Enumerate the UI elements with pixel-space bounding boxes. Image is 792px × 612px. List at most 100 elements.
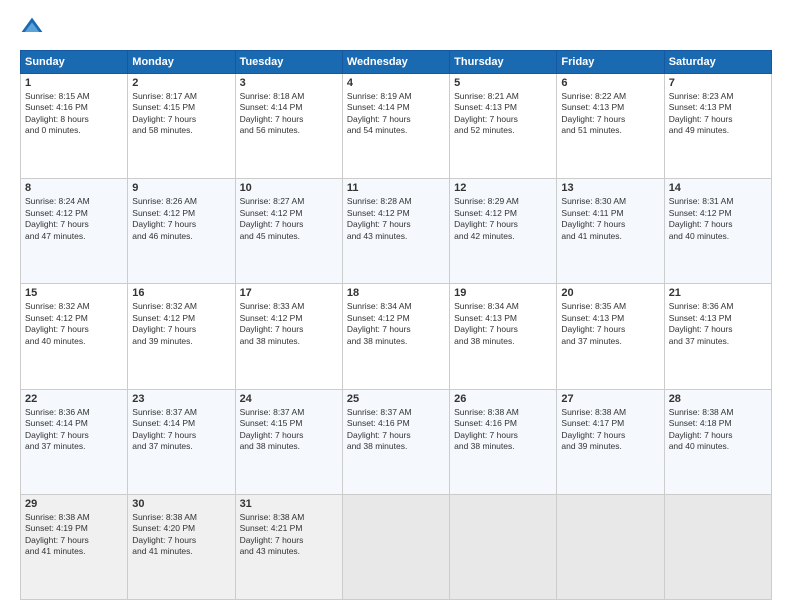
- cell-info-line: Daylight: 7 hours: [669, 114, 767, 125]
- cell-info-line: Sunset: 4:13 PM: [454, 102, 552, 113]
- cell-info-line: and 52 minutes.: [454, 125, 552, 136]
- day-number: 9: [132, 182, 230, 194]
- cell-info-line: Sunset: 4:14 PM: [347, 102, 445, 113]
- cell-info-line: Sunset: 4:12 PM: [25, 208, 123, 219]
- calendar-cell: 23Sunrise: 8:37 AMSunset: 4:14 PMDayligh…: [128, 389, 235, 494]
- day-number: 8: [25, 182, 123, 194]
- cell-info-line: Daylight: 7 hours: [240, 535, 338, 546]
- day-number: 14: [669, 182, 767, 194]
- cell-info-line: and 42 minutes.: [454, 231, 552, 242]
- day-number: 25: [347, 393, 445, 405]
- cell-info-line: Sunset: 4:19 PM: [25, 523, 123, 534]
- calendar-cell: 13 Sunrise: 8:30 AMSunset: 4:11 PMDayligh…: [557, 179, 664, 284]
- cell-info-line: Sunrise: 8:38 AM: [25, 512, 123, 523]
- cell-info-line: Daylight: 7 hours: [561, 219, 659, 230]
- cell-info-line: and 39 minutes.: [561, 441, 659, 452]
- cell-info-line: Sunrise: 8:22 AM: [561, 91, 659, 102]
- cell-info-line: and 40 minutes.: [669, 231, 767, 242]
- calendar-cell: 2Sunrise: 8:17 AMSunset: 4:15 PMDaylight…: [128, 74, 235, 179]
- cell-info-line: and 41 minutes.: [561, 231, 659, 242]
- cell-info-line: Daylight: 7 hours: [454, 114, 552, 125]
- day-number: 5: [454, 77, 552, 89]
- cell-info-line: Sunset: 4:14 PM: [25, 418, 123, 429]
- week-row-4: 22Sunrise: 8:36 AMSunset: 4:14 PMDayligh…: [21, 389, 772, 494]
- week-row-1: 1Sunrise: 8:15 AMSunset: 4:16 PMDaylight…: [21, 74, 772, 179]
- weekday-header-thursday: Thursday: [450, 51, 557, 74]
- cell-info-line: Sunrise: 8:30 AM: [561, 196, 659, 207]
- cell-info-line: Sunset: 4:12 PM: [347, 313, 445, 324]
- day-number: 13: [561, 182, 659, 194]
- calendar-cell: 19Sunrise: 8:34 AMSunset: 4:13 PMDayligh…: [450, 284, 557, 389]
- cell-info-line: Sunset: 4:12 PM: [25, 313, 123, 324]
- cell-info-line: Sunrise: 8:36 AM: [25, 407, 123, 418]
- calendar-cell: 9Sunrise: 8:26 AMSunset: 4:12 PMDaylight…: [128, 179, 235, 284]
- cell-info-line: Daylight: 7 hours: [561, 114, 659, 125]
- cell-info-line: Daylight: 7 hours: [25, 430, 123, 441]
- calendar-cell: 20Sunrise: 8:35 AMSunset: 4:13 PMDayligh…: [557, 284, 664, 389]
- cell-info-line: Daylight: 7 hours: [132, 219, 230, 230]
- cell-info-line: Sunrise: 8:17 AM: [132, 91, 230, 102]
- cell-info-line: and 37 minutes.: [132, 441, 230, 452]
- day-number: 22: [25, 393, 123, 405]
- cell-info-line: and 38 minutes.: [454, 441, 552, 452]
- calendar-cell: 28Sunrise: 8:38 AMSunset: 4:18 PMDayligh…: [664, 389, 771, 494]
- cell-info-line: Sunset: 4:16 PM: [347, 418, 445, 429]
- cell-info-line: Sunrise: 8:34 AM: [454, 301, 552, 312]
- cell-info-line: and 0 minutes.: [25, 125, 123, 136]
- cell-info-line: Daylight: 7 hours: [561, 324, 659, 335]
- calendar-cell: [664, 494, 771, 599]
- cell-info-line: Sunset: 4:12 PM: [669, 208, 767, 219]
- cell-info-line: Daylight: 7 hours: [132, 324, 230, 335]
- day-number: 26: [454, 393, 552, 405]
- cell-info-line: Daylight: 7 hours: [132, 114, 230, 125]
- cell-info-line: Sunrise: 8:33 AM: [240, 301, 338, 312]
- day-number: 18: [347, 287, 445, 299]
- weekday-header-friday: Friday: [557, 51, 664, 74]
- cell-info-line: Sunrise: 8:18 AM: [240, 91, 338, 102]
- cell-info-line: Sunset: 4:16 PM: [25, 102, 123, 113]
- calendar-cell: 10Sunrise: 8:27 AMSunset: 4:12 PMDayligh…: [235, 179, 342, 284]
- cell-info-line: Sunset: 4:11 PM: [561, 208, 659, 219]
- day-number: 23: [132, 393, 230, 405]
- cell-info-line: and 39 minutes.: [132, 336, 230, 347]
- cell-info-line: Daylight: 7 hours: [347, 219, 445, 230]
- day-number: 7: [669, 77, 767, 89]
- day-number: 16: [132, 287, 230, 299]
- calendar-cell: 8Sunrise: 8:24 AMSunset: 4:12 PMDaylight…: [21, 179, 128, 284]
- cell-info-line: and 51 minutes.: [561, 125, 659, 136]
- day-number: 12: [454, 182, 552, 194]
- weekday-header-saturday: Saturday: [664, 51, 771, 74]
- cell-info-line: Daylight: 7 hours: [347, 114, 445, 125]
- cell-info-line: and 38 minutes.: [240, 336, 338, 347]
- calendar-cell: 16Sunrise: 8:32 AMSunset: 4:12 PMDayligh…: [128, 284, 235, 389]
- calendar-table: SundayMondayTuesdayWednesdayThursdayFrid…: [20, 50, 772, 600]
- cell-info-line: Sunset: 4:20 PM: [132, 523, 230, 534]
- calendar-cell: [557, 494, 664, 599]
- cell-info-line: Daylight: 7 hours: [454, 219, 552, 230]
- cell-info-line: Sunrise: 8:26 AM: [132, 196, 230, 207]
- cell-info-line: and 37 minutes.: [25, 441, 123, 452]
- cell-info-line: Sunset: 4:12 PM: [347, 208, 445, 219]
- cell-info-line: Sunrise: 8:38 AM: [132, 512, 230, 523]
- day-number: 27: [561, 393, 659, 405]
- cell-info-line: Daylight: 7 hours: [454, 430, 552, 441]
- cell-info-line: Sunrise: 8:34 AM: [347, 301, 445, 312]
- day-number: 2: [132, 77, 230, 89]
- cell-info-line: Daylight: 7 hours: [669, 219, 767, 230]
- cell-info-line: and 46 minutes.: [132, 231, 230, 242]
- calendar-cell: [450, 494, 557, 599]
- cell-info-line: Daylight: 7 hours: [240, 114, 338, 125]
- cell-info-line: Daylight: 7 hours: [240, 219, 338, 230]
- calendar-cell: 22 Sunrise: 8:36 AMSunset: 4:14 PMDayligh…: [21, 389, 128, 494]
- cell-info-line: Sunrise: 8:38 AM: [454, 407, 552, 418]
- day-number: 4: [347, 77, 445, 89]
- cell-info-line: Sunset: 4:13 PM: [669, 102, 767, 113]
- cell-info-line: and 45 minutes.: [240, 231, 338, 242]
- cell-info-line: Sunset: 4:12 PM: [240, 208, 338, 219]
- cell-info-line: Sunrise: 8:24 AM: [25, 196, 123, 207]
- cell-info-line: Sunset: 4:14 PM: [132, 418, 230, 429]
- cell-info-line: Sunrise: 8:28 AM: [347, 196, 445, 207]
- cell-info-line: Sunrise: 8:31 AM: [669, 196, 767, 207]
- day-number: 19: [454, 287, 552, 299]
- day-number: 10: [240, 182, 338, 194]
